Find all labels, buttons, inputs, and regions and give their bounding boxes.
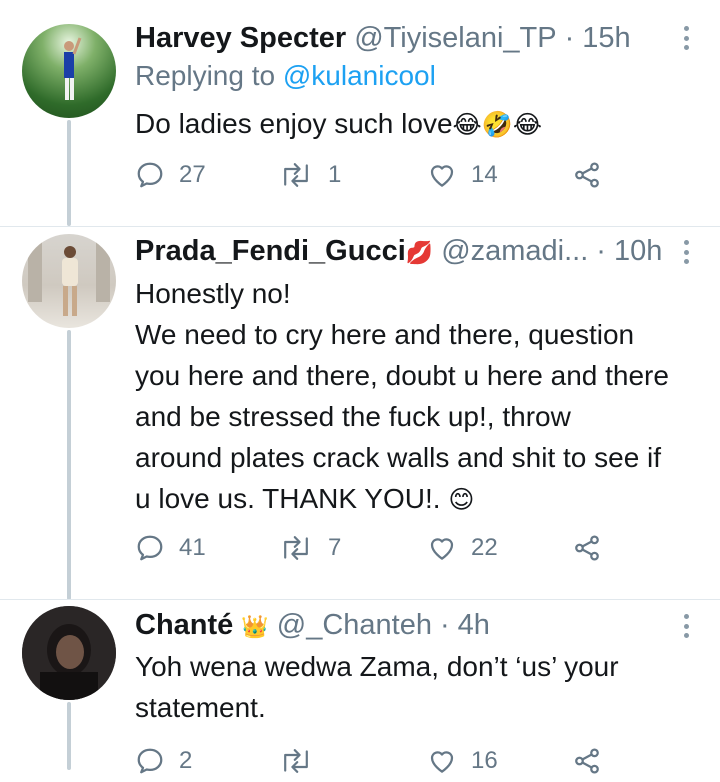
share-icon [572, 533, 602, 563]
separator: · [596, 234, 606, 267]
tweet-actions: 27 1 14 [135, 160, 700, 196]
tweet-text-line: Honestly no! [135, 278, 291, 309]
emoji: 😂🤣😂 [452, 111, 543, 139]
like-count: 16 [471, 747, 498, 774]
tweet-text-line: statement. [135, 692, 266, 723]
share-button[interactable] [572, 746, 602, 776]
retweet-icon [278, 533, 314, 563]
replying-to-label: Replying to [135, 60, 276, 91]
lips-emoji: 💋 [405, 239, 434, 265]
tweet[interactable]: Chanté 👑 @_Chanteh · 4h Yoh wena wedwa Z… [0, 600, 720, 774]
reply-button[interactable]: 2 [135, 746, 192, 776]
more-icon[interactable] [680, 610, 692, 642]
display-name[interactable]: Prada_Fendi_Gucci💋 [135, 235, 433, 268]
avatar[interactable] [22, 234, 116, 328]
like-button[interactable]: 22 [427, 533, 498, 563]
handle[interactable]: @_Chanteh [277, 609, 432, 642]
reply-count: 41 [179, 534, 206, 561]
reply-count: 2 [179, 747, 193, 774]
crown-emoji: 👑 [241, 613, 269, 639]
reply-icon [135, 160, 165, 190]
tweet-text-line: Yoh wena wedwa Zama, don’t ‘us’ your [135, 651, 619, 682]
like-icon [427, 533, 457, 563]
retweet-count: 1 [328, 161, 342, 188]
tweet-text: Yoh wena wedwa Zama, don’t ‘us’ your sta… [135, 646, 700, 728]
tweet-text-line: Do ladies enjoy such love [135, 108, 453, 139]
emoji: 😊 [448, 486, 475, 514]
retweet-button[interactable] [278, 746, 328, 776]
like-icon [427, 160, 457, 190]
avatar-image [22, 606, 116, 700]
timestamp[interactable]: 4h [458, 609, 490, 642]
display-name-text: Prada_Fendi_Gucci [135, 234, 406, 267]
retweet-button[interactable]: 1 [278, 160, 341, 190]
avatar-image [28, 242, 110, 316]
tweet-header: Harvey Specter @Tiyiselani_TP · 15h [135, 20, 670, 56]
reply-count: 27 [179, 161, 206, 188]
tweet-text-line: u love us. THANK YOU!. [135, 483, 441, 514]
retweet-icon [278, 160, 314, 190]
handle[interactable]: @zamadi... [441, 235, 588, 268]
retweet-count: 7 [328, 534, 342, 561]
share-button[interactable] [572, 533, 602, 563]
reply-icon [135, 533, 165, 563]
like-count: 14 [471, 161, 498, 188]
avatar[interactable] [22, 24, 116, 118]
tweet-text-line: and be stressed the fuck up!, throw [135, 401, 571, 432]
tweet[interactable]: Prada_Fendi_Gucci💋 @zamadi... · 10h Hone… [0, 227, 720, 599]
tweet-actions: 2 16 [135, 746, 700, 782]
replying-to-handle[interactable]: @kulanicool [283, 60, 436, 91]
share-icon [572, 746, 602, 776]
reply-icon [135, 746, 165, 776]
tweet-text-line: around plates crack walls and shit to se… [135, 442, 662, 473]
retweet-icon [278, 746, 314, 776]
tweet-actions: 41 7 22 [135, 533, 700, 569]
like-count: 22 [471, 534, 498, 561]
like-button[interactable]: 16 [427, 746, 498, 776]
tweet-text: Do ladies enjoy such love😂🤣😂 [135, 103, 700, 146]
replying-to: Replying to @kulanicool [135, 60, 436, 92]
tweet[interactable]: Harvey Specter @Tiyiselani_TP · 15h Repl… [0, 0, 720, 225]
tweet-header: Prada_Fendi_Gucci💋 @zamadi... · 10h [135, 233, 670, 269]
share-button[interactable] [572, 160, 602, 190]
reply-button[interactable]: 27 [135, 160, 206, 190]
tweet-text: Honestly no! We need to cry here and the… [135, 273, 700, 521]
avatar[interactable] [22, 606, 116, 700]
separator: · [439, 608, 450, 641]
tweet-header: Chanté 👑 @_Chanteh · 4h [135, 607, 670, 643]
reply-button[interactable]: 41 [135, 533, 206, 563]
avatar-image [64, 37, 82, 100]
like-button[interactable]: 14 [427, 160, 498, 190]
handle[interactable]: @Tiyiselani_TP [354, 22, 556, 55]
display-name-text: Chanté [135, 608, 234, 641]
display-name[interactable]: Harvey Specter [135, 22, 346, 55]
share-icon [572, 160, 602, 190]
tweet-text-line: We need to cry here and there, question [135, 319, 635, 350]
more-icon[interactable] [680, 236, 692, 268]
tweet-text-line: you here and there, doubt u here and the… [135, 360, 669, 391]
timestamp[interactable]: 10h [614, 235, 662, 268]
retweet-button[interactable]: 7 [278, 533, 341, 563]
more-icon[interactable] [680, 22, 692, 54]
display-name[interactable]: Chanté 👑 [135, 609, 269, 642]
timestamp[interactable]: 15h [582, 22, 630, 55]
separator: · [564, 21, 575, 54]
like-icon [427, 746, 457, 776]
